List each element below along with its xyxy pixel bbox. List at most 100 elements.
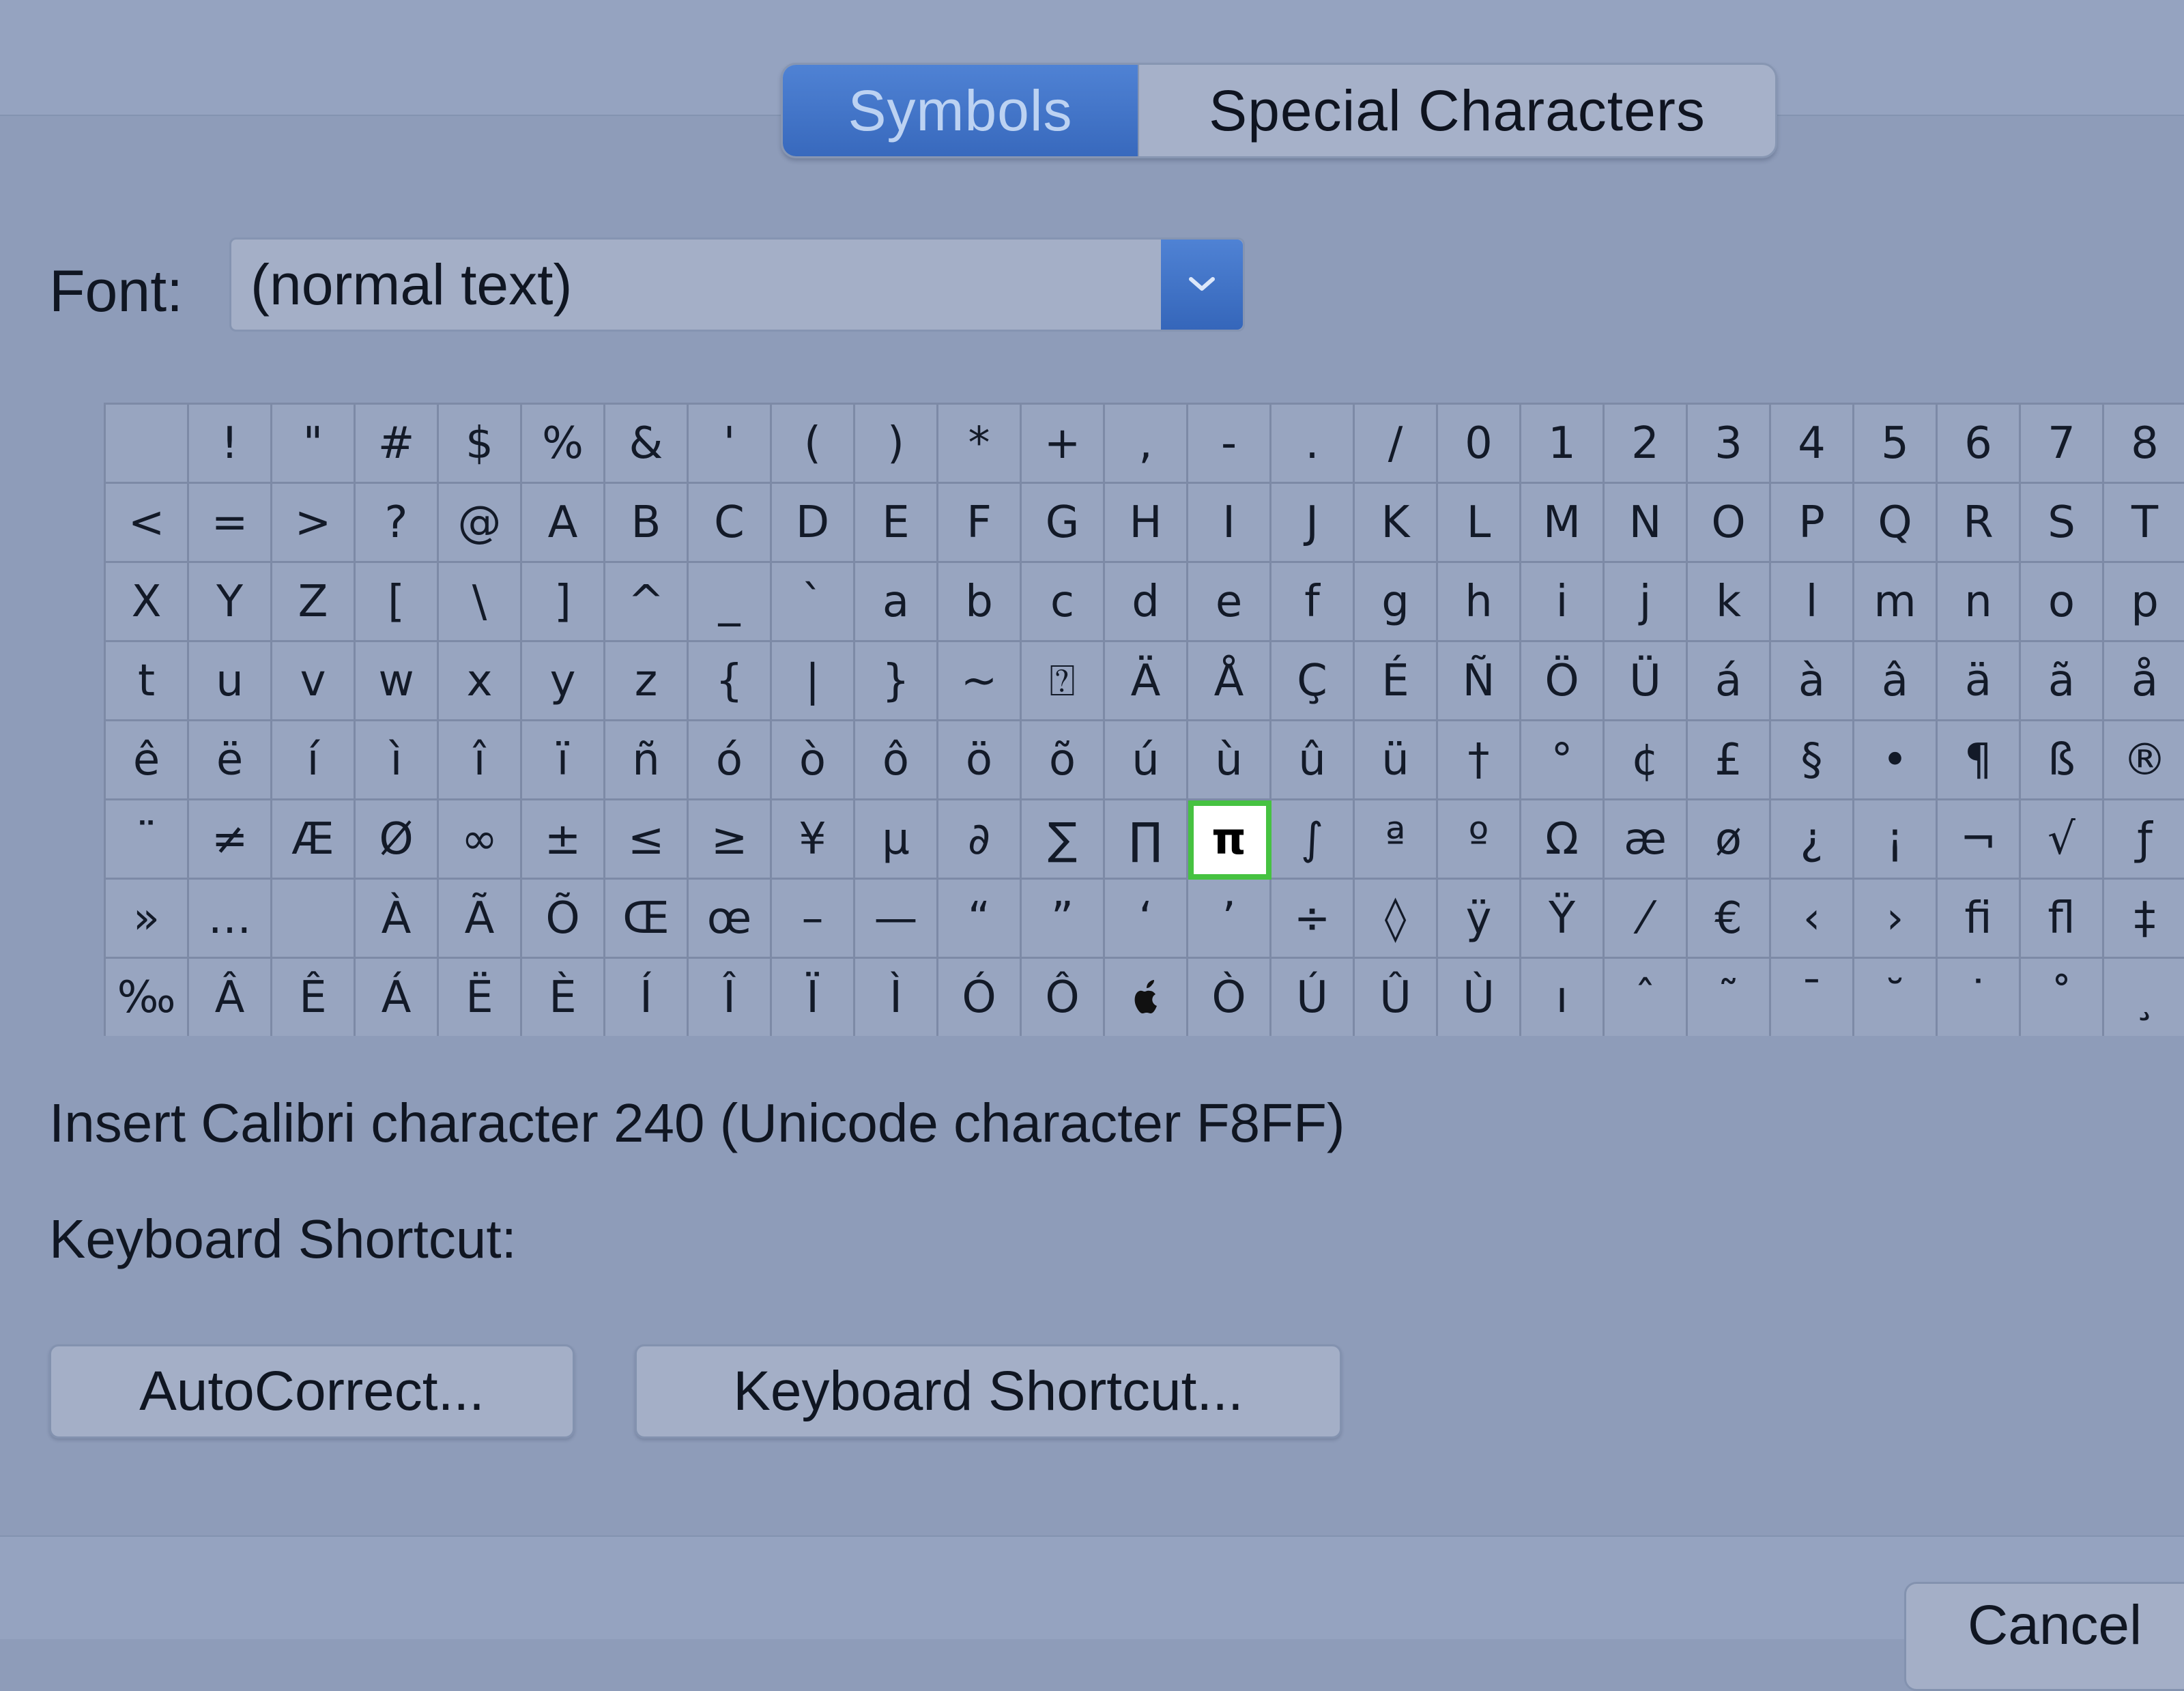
- symbol-cell[interactable]: Ê: [272, 959, 356, 1036]
- symbol-cell[interactable]: È: [522, 959, 605, 1036]
- symbol-cell[interactable]: ∑: [1022, 800, 1105, 880]
- symbol-cell[interactable]: +: [1022, 405, 1105, 484]
- symbol-cell[interactable]: ù: [1188, 721, 1271, 800]
- symbol-cell[interactable]: Ë: [439, 959, 522, 1036]
- symbol-cell[interactable]: À: [356, 880, 439, 959]
- symbol-cell[interactable]: `: [772, 563, 855, 642]
- symbol-cell[interactable]: Ω: [1521, 800, 1605, 880]
- symbol-cell[interactable]: S: [2021, 484, 2104, 563]
- symbol-cell[interactable]: •: [1854, 721, 1938, 800]
- symbol-cell[interactable]: ]: [522, 563, 605, 642]
- symbol-cell[interactable]: Ù: [1438, 959, 1521, 1036]
- symbol-cell[interactable]: {: [689, 642, 772, 721]
- symbol-cell[interactable]: ò: [772, 721, 855, 800]
- symbol-cell-selected[interactable]: π: [1188, 800, 1271, 880]
- symbol-cell[interactable]: ∞: [439, 800, 522, 880]
- symbol-cell[interactable]: H: [1105, 484, 1188, 563]
- symbol-cell[interactable]: ®: [2104, 721, 2184, 800]
- symbol-cell[interactable]: à: [1771, 642, 1854, 721]
- symbol-cell[interactable]: ¶: [1938, 721, 2021, 800]
- symbol-cell[interactable]: ∫: [1271, 800, 1355, 880]
- symbol-cell[interactable]: L: [1438, 484, 1521, 563]
- symbol-cell[interactable]: =: [189, 484, 272, 563]
- symbol-cell[interactable]: √: [2021, 800, 2104, 880]
- symbol-cell[interactable]: ÿ: [1438, 880, 1521, 959]
- symbol-cell[interactable]: #: [356, 405, 439, 484]
- symbol-cell[interactable]: ô: [855, 721, 938, 800]
- symbol-cell[interactable]: Q: [1854, 484, 1938, 563]
- symbol-cell[interactable]: Ï: [772, 959, 855, 1036]
- symbol-cell[interactable]: F: [938, 484, 1022, 563]
- symbol-cell[interactable]: 4: [1771, 405, 1854, 484]
- symbol-cell[interactable]: Í: [605, 959, 689, 1036]
- symbol-cell[interactable]: Ç: [1271, 642, 1355, 721]
- symbol-cell[interactable]: @: [439, 484, 522, 563]
- symbol-cell[interactable]: ÷: [1271, 880, 1355, 959]
- symbol-cell[interactable]: ë: [189, 721, 272, 800]
- symbol-cell[interactable]: l: [1771, 563, 1854, 642]
- autocorrect-button[interactable]: AutoCorrect...: [49, 1344, 575, 1439]
- symbol-cell[interactable]: G: [1022, 484, 1105, 563]
- symbol-cell[interactable]: x: [439, 642, 522, 721]
- symbol-cell[interactable]: P: [1771, 484, 1854, 563]
- symbol-cell[interactable]: ¨: [106, 800, 189, 880]
- symbol-cell[interactable]: u: [189, 642, 272, 721]
- symbol-cell[interactable]: ~: [938, 642, 1022, 721]
- symbol-cell[interactable]: ¡: [1854, 800, 1938, 880]
- symbol-cell[interactable]: j: [1605, 563, 1688, 642]
- symbol-cell[interactable]: ß: [2021, 721, 2104, 800]
- symbol-cell[interactable]: Œ: [605, 880, 689, 959]
- symbol-cell[interactable]: ”: [1022, 880, 1105, 959]
- tab-symbols[interactable]: Symbols: [783, 65, 1138, 156]
- symbol-cell[interactable]: Ÿ: [1521, 880, 1605, 959]
- symbol-cell[interactable]: f: [1271, 563, 1355, 642]
- symbol-cell[interactable]: 6: [1938, 405, 2021, 484]
- symbol-cell[interactable]: ≥: [689, 800, 772, 880]
- symbol-cell[interactable]: “: [938, 880, 1022, 959]
- symbol-cell[interactable]: ◊: [1355, 880, 1438, 959]
- symbol-cell[interactable]: ¯: [1771, 959, 1854, 1036]
- symbol-cell[interactable]: ä: [1938, 642, 2021, 721]
- symbol-cell[interactable]: ﬂ: [2021, 880, 2104, 959]
- symbol-cell[interactable]: [106, 405, 189, 484]
- symbol-cell[interactable]: K: [1355, 484, 1438, 563]
- symbol-cell[interactable]: Ì: [855, 959, 938, 1036]
- symbol-cell[interactable]: !: [189, 405, 272, 484]
- symbol-cell[interactable]: ‡: [2104, 880, 2184, 959]
- symbol-cell[interactable]: ã: [2021, 642, 2104, 721]
- symbol-cell[interactable]: ø: [1688, 800, 1771, 880]
- symbol-cell[interactable]: ›: [1854, 880, 1938, 959]
- symbol-cell[interactable]: ^: [605, 563, 689, 642]
- symbol-cell[interactable]: [: [356, 563, 439, 642]
- symbol-cell[interactable]: ƒ: [2104, 800, 2184, 880]
- symbol-cell[interactable]: ï: [522, 721, 605, 800]
- symbol-cell[interactable]: ⍰: [1022, 642, 1105, 721]
- symbol-cell[interactable]: Å: [1188, 642, 1271, 721]
- symbol-cell[interactable]: ú: [1105, 721, 1188, 800]
- symbol-cell[interactable]: µ: [855, 800, 938, 880]
- cancel-button[interactable]: Cancel: [1904, 1582, 2184, 1691]
- symbol-cell[interactable]: û: [1271, 721, 1355, 800]
- symbol-cell[interactable]: †: [1438, 721, 1521, 800]
- symbol-cell[interactable]: Ö: [1521, 642, 1605, 721]
- symbol-cell[interactable]: 2: [1605, 405, 1688, 484]
- symbol-cell[interactable]: ¬: [1938, 800, 2021, 880]
- symbol-cell[interactable]: v: [272, 642, 356, 721]
- symbol-cell[interactable]: D: [772, 484, 855, 563]
- symbol-cell[interactable]: §: [1771, 721, 1854, 800]
- symbol-cell[interactable]: Ü: [1605, 642, 1688, 721]
- tab-special-characters[interactable]: Special Characters: [1138, 65, 1775, 156]
- symbol-cell[interactable]: ˚: [2021, 959, 2104, 1036]
- symbol-cell[interactable]: ±: [522, 800, 605, 880]
- symbol-cell[interactable]: ñ: [605, 721, 689, 800]
- symbol-cell[interactable]: B: [605, 484, 689, 563]
- symbol-cell[interactable]: Ô: [1022, 959, 1105, 1036]
- symbol-cell[interactable]: Â: [189, 959, 272, 1036]
- symbol-cell[interactable]: ": [272, 405, 356, 484]
- symbol-cell[interactable]: ˆ: [1605, 959, 1688, 1036]
- symbol-cell[interactable]: 1: [1521, 405, 1605, 484]
- symbol-cell[interactable]: \: [439, 563, 522, 642]
- symbol-cell[interactable]: |: [772, 642, 855, 721]
- symbol-cell[interactable]: Á: [356, 959, 439, 1036]
- symbol-cell[interactable]: z: [605, 642, 689, 721]
